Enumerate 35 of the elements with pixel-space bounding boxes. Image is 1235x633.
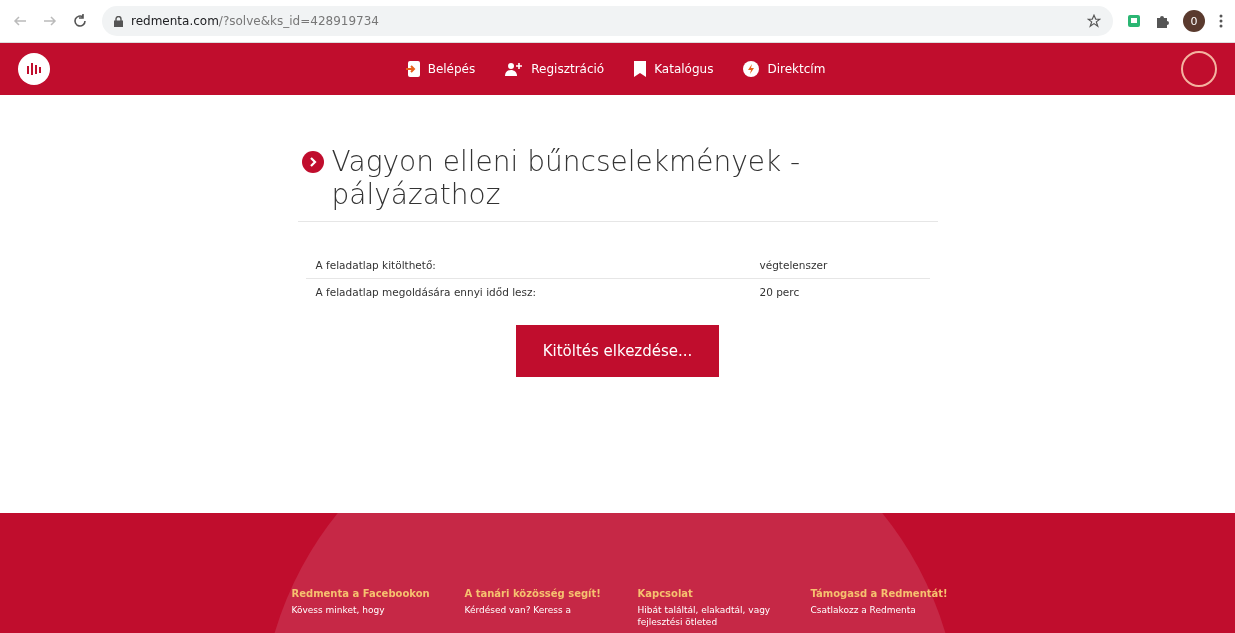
- quiz-title: Vagyon elleni bűncselekmények - pályázathoz: [331, 145, 802, 211]
- profile-avatar[interactable]: 0: [1183, 10, 1205, 32]
- url-text: redmenta.com/?solve&ks_id=428919734: [131, 14, 379, 28]
- nav-link[interactable]: Regisztráció: [505, 61, 605, 77]
- footer-text: Kérdésed van? Keress a: [464, 604, 573, 616]
- nav-link[interactable]: Direktcím: [743, 61, 826, 77]
- info-label: A feladatlap megoldására ennyi időd lesz:: [315, 286, 538, 298]
- puzzle-icon[interactable]: [1155, 14, 1169, 28]
- info-label: A feladatlap kitölthető:: [315, 259, 437, 271]
- user-plus-icon: [505, 62, 524, 76]
- footer-text: Hibát találtál, elakadtál, vagy fejlesztési ötleted: [637, 604, 772, 628]
- lightning-icon: [743, 61, 760, 77]
- info-value: 20 perc: [759, 286, 801, 298]
- bookmark-icon: [634, 61, 647, 77]
- footer-heading: Kapcsolat: [637, 587, 694, 601]
- nav-link[interactable]: Katalógus: [634, 61, 714, 77]
- menu-icon[interactable]: [1219, 14, 1223, 28]
- login-icon: [405, 61, 420, 77]
- extension-icon[interactable]: [1127, 14, 1141, 28]
- star-icon[interactable]: [1087, 14, 1101, 28]
- address-bar[interactable]: redmenta.com/?solve&ks_id=428919734: [102, 6, 1113, 36]
- logo[interactable]: [18, 53, 50, 85]
- start-button[interactable]: Kitöltés elkezdése...: [516, 325, 719, 377]
- footer-heading: Támogasd a Redmentát!: [810, 587, 949, 601]
- footer-heading: A tanári közösség segít!: [464, 587, 602, 601]
- lock-icon: [114, 15, 123, 27]
- chevron-circle-icon: [301, 151, 324, 173]
- footer-heading: Redmenta a Facebookon: [291, 587, 431, 601]
- reload-icon[interactable]: [72, 13, 88, 29]
- user-circle[interactable]: [1181, 51, 1217, 87]
- bars-icon: [26, 62, 42, 76]
- info-value: végtelenszer: [759, 259, 829, 271]
- nav-link[interactable]: Belépés: [405, 61, 476, 77]
- footer-text: Csatlakozz a Redmenta: [810, 604, 917, 616]
- footer-text: Kövess minket, hogy: [291, 604, 386, 616]
